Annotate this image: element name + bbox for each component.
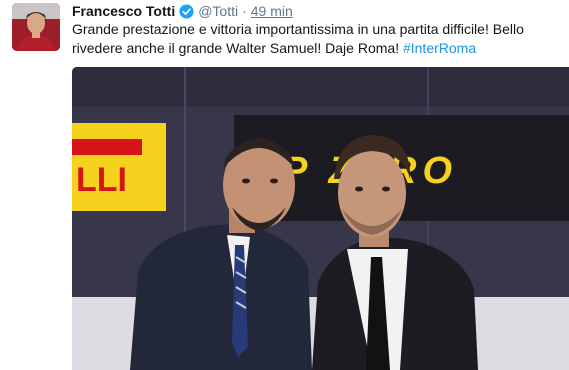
verified-badge-icon — [179, 3, 194, 19]
author-handle[interactable]: @Totti — [198, 2, 238, 20]
hashtag-link[interactable]: #InterRoma — [403, 40, 476, 56]
author-name[interactable]: Francesco Totti — [72, 2, 175, 20]
tweet-header: Francesco Totti @Totti · 49 min — [72, 2, 293, 20]
header-separator: · — [242, 3, 247, 19]
sponsor-left-text: LLI — [76, 161, 127, 199]
tweet-photo[interactable]: LLI P ZERO — [72, 67, 569, 370]
tweet-timestamp[interactable]: 49 min — [251, 2, 293, 20]
tweet-text: Grande prestazione e vittoria importanti… — [72, 20, 542, 58]
avatar[interactable] — [12, 3, 60, 51]
